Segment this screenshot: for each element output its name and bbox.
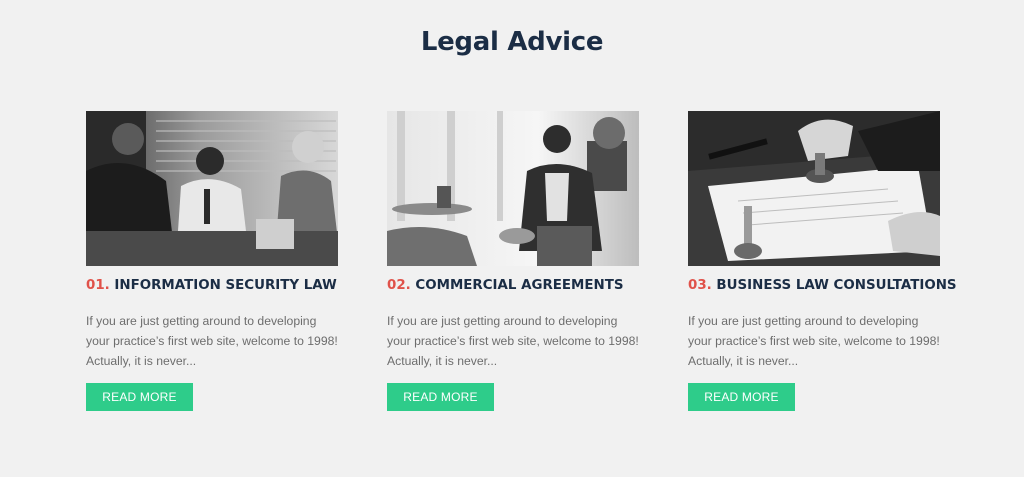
card-image-meeting[interactable] bbox=[86, 111, 338, 266]
read-more-button[interactable]: READ MORE bbox=[86, 383, 193, 411]
card-heading[interactable]: 03. BUSINESS LAW CONSULTATIONS bbox=[688, 278, 957, 298]
card-title: COMMERCIAL AGREEMENTS bbox=[415, 278, 624, 293]
card-image-stamp[interactable] bbox=[688, 111, 940, 266]
card-description: If you are just getting around to develo… bbox=[86, 314, 338, 368]
card-heading[interactable]: 02. COMMERCIAL AGREEMENTS bbox=[387, 278, 639, 298]
read-more-button[interactable]: READ MORE bbox=[688, 383, 795, 411]
service-card: 02. COMMERCIAL AGREEMENTS If you are jus… bbox=[387, 111, 639, 411]
card-description: If you are just getting around to develo… bbox=[688, 314, 940, 368]
card-title: INFORMATION SECURITY LAW bbox=[114, 278, 337, 293]
service-card: 03. BUSINESS LAW CONSULTATIONS If you ar… bbox=[688, 111, 957, 411]
card-number: 02. bbox=[387, 278, 411, 293]
service-card: 01. INFORMATION SECURITY LAW If you are … bbox=[86, 111, 338, 411]
card-number: 03. bbox=[688, 278, 712, 293]
card-description: If you are just getting around to develo… bbox=[387, 314, 639, 368]
card-number: 01. bbox=[86, 278, 110, 293]
card-image-office[interactable] bbox=[387, 111, 639, 266]
card-heading[interactable]: 01. INFORMATION SECURITY LAW bbox=[86, 278, 338, 298]
section-title: Legal Advice bbox=[420, 27, 604, 57]
card-title: BUSINESS LAW CONSULTATIONS bbox=[716, 278, 957, 293]
read-more-button[interactable]: READ MORE bbox=[387, 383, 494, 411]
